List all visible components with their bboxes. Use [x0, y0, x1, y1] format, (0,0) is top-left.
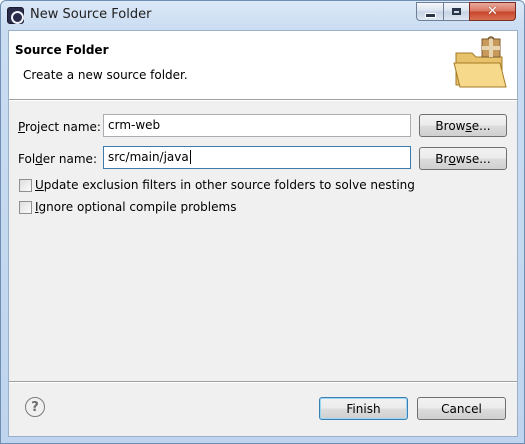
minimize-button[interactable] — [416, 2, 443, 21]
project-name-label: Project name: — [18, 120, 101, 134]
update-exclusion-label[interactable]: Update exclusion filters in other source… — [35, 178, 415, 192]
window-title: New Source Folder — [30, 7, 152, 22]
ignore-compile-problems-label[interactable]: Ignore optional compile problems — [35, 200, 236, 214]
project-name-input[interactable]: crm-web — [103, 114, 411, 137]
folder-name-label: Folder name: — [18, 152, 97, 166]
browse-folder-button[interactable]: Br o wse... — [419, 147, 507, 170]
wizard-header: Source Folder Create a new source folder… — [9, 31, 517, 99]
dialog-body: Source Folder Create a new source folder… — [8, 30, 518, 437]
footer-separator — [9, 381, 517, 383]
text-caret — [189, 150, 191, 164]
finish-button[interactable]: Finish — [319, 397, 408, 420]
browse-project-button[interactable]: Brow s e... — [419, 114, 507, 137]
eclipse-icon — [7, 7, 24, 24]
minimize-icon — [424, 12, 436, 18]
folder-package-icon — [453, 36, 507, 88]
update-exclusion-checkbox[interactable] — [19, 179, 32, 192]
folder-name-input[interactable]: src/main/java — [103, 146, 411, 169]
ignore-compile-problems-checkbox[interactable] — [19, 201, 32, 214]
close-button[interactable]: ✕ — [469, 2, 516, 21]
maximize-button[interactable] — [443, 2, 469, 21]
cancel-button[interactable]: Cancel — [417, 397, 506, 420]
title-bar[interactable]: New Source Folder ✕ — [1, 1, 524, 30]
page-description: Create a new source folder. — [23, 68, 188, 82]
maximize-icon — [452, 8, 461, 15]
page-title: Source Folder — [15, 43, 109, 57]
dialog-window: New Source Folder ✕ Source Folder Create… — [0, 0, 525, 444]
header-separator — [9, 99, 517, 101]
close-icon: ✕ — [487, 4, 498, 19]
help-icon[interactable]: ? — [25, 397, 45, 417]
